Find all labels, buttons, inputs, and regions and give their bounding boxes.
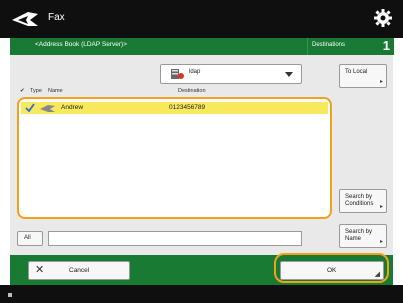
fax-plane-icon bbox=[12, 12, 38, 26]
arrow-icon: ▸ bbox=[379, 204, 383, 210]
to-local-label: To Local bbox=[345, 69, 368, 75]
address-book-select[interactable]: ldap bbox=[160, 64, 302, 84]
address-book-title: <Address Book (LDAP Server)> bbox=[35, 41, 128, 48]
header-name: Name bbox=[48, 88, 63, 94]
gear-icon[interactable] bbox=[373, 8, 393, 28]
search-by-conditions-label: Search by Conditions bbox=[345, 194, 374, 207]
header-destination: Destination bbox=[178, 88, 206, 94]
destinations-count: 1 bbox=[382, 38, 390, 53]
arrow-icon: ▸ bbox=[379, 239, 383, 245]
destinations-label: Destinations bbox=[312, 42, 346, 48]
all-button[interactable]: All bbox=[17, 231, 43, 246]
corner-arrow-icon: ◢ bbox=[374, 271, 380, 278]
entry-name: Andrew bbox=[61, 104, 84, 111]
ldap-server-icon bbox=[171, 69, 184, 79]
header-type: Type bbox=[30, 88, 42, 94]
search-by-name-label: Search by Name bbox=[345, 229, 373, 242]
list-item[interactable]: Andrew 0123456789 bbox=[21, 102, 328, 114]
search-by-name-button[interactable]: Search by Name ▸ bbox=[339, 224, 387, 248]
app-title: Fax bbox=[48, 12, 65, 23]
table-header: ✔ Type Name Destination bbox=[20, 88, 330, 96]
cancel-label: Cancel bbox=[69, 267, 90, 274]
search-input[interactable] bbox=[48, 231, 302, 246]
ok-button[interactable]: OK ◢ bbox=[280, 261, 384, 280]
all-label: All bbox=[24, 235, 31, 241]
fax-icon bbox=[40, 105, 55, 112]
checkmark-icon bbox=[25, 103, 35, 112]
check-all-icon[interactable]: ✔ bbox=[20, 88, 25, 94]
entry-destination: 0123456789 bbox=[169, 104, 206, 111]
to-local-button[interactable]: To Local ▸ bbox=[339, 64, 387, 88]
arrow-icon: ▸ bbox=[379, 79, 383, 85]
address-book-select-value: ldap bbox=[189, 69, 201, 75]
chevron-down-icon bbox=[285, 72, 293, 77]
bottom-status-bar bbox=[0, 285, 403, 303]
destinations-counter: Destinations 1 bbox=[307, 38, 394, 55]
search-by-conditions-button[interactable]: Search by Conditions ▸ bbox=[339, 189, 387, 213]
cancel-button[interactable]: ✕ Cancel bbox=[28, 261, 130, 280]
status-indicator bbox=[8, 293, 12, 297]
destination-list[interactable]: Andrew 0123456789 bbox=[17, 97, 332, 219]
ok-label: OK bbox=[327, 267, 337, 274]
top-bar: Fax bbox=[0, 0, 403, 38]
close-icon: ✕ bbox=[35, 264, 45, 276]
